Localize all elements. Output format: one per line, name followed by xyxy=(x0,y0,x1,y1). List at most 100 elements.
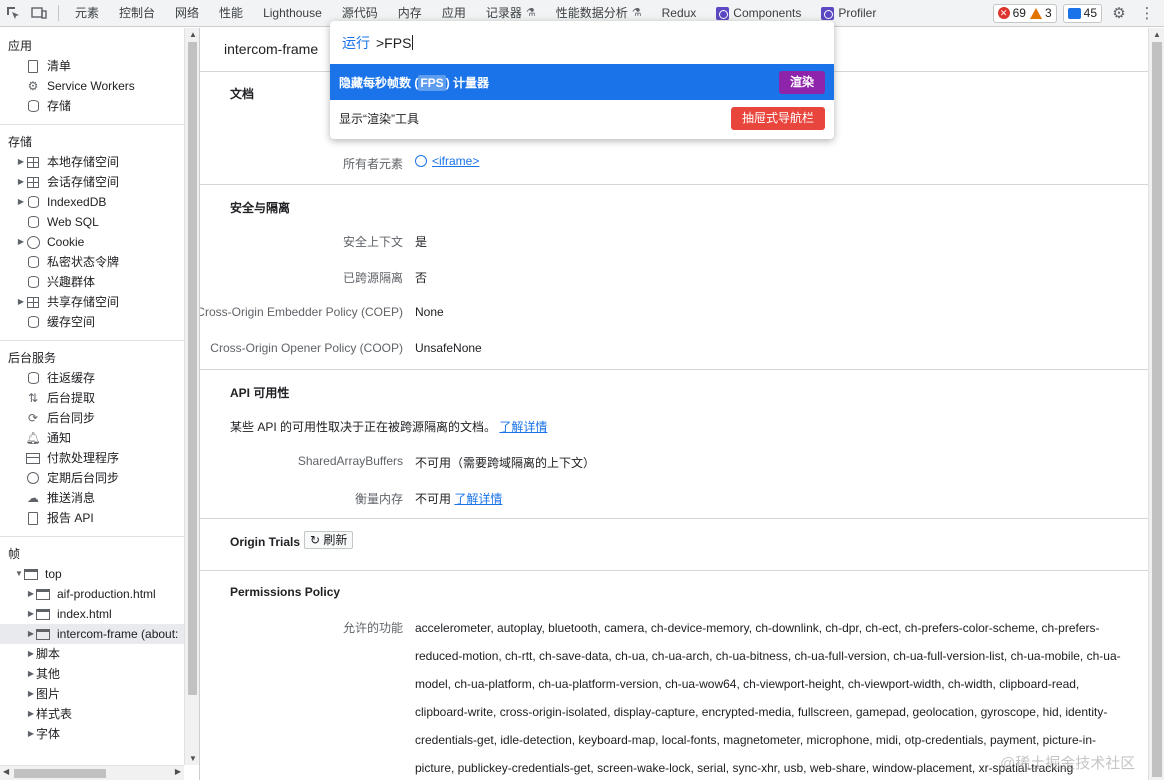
command-item-label: 显示“渲染”工具 xyxy=(339,111,419,126)
scrollbar-thumb[interactable] xyxy=(1152,42,1162,777)
sidebar-divider xyxy=(0,340,184,341)
measure-memory-value: 不可用 了解详情 xyxy=(415,490,502,507)
tab-performance[interactable]: 性能 xyxy=(209,0,253,27)
expand-arrow-icon[interactable]: ▶ xyxy=(26,624,36,644)
coep-value: None xyxy=(415,305,444,319)
command-item-show-rendering[interactable]: 显示“渲染”工具 抽屉式导航栏 xyxy=(330,100,834,136)
expand-arrow-icon[interactable]: ▶ xyxy=(26,724,36,744)
scroll-up-arrow-icon[interactable]: ▲ xyxy=(1153,30,1161,39)
sidebar-item-notifications[interactable]: 🔔︎ 通知 xyxy=(0,428,184,448)
learn-more-link[interactable]: 了解详情 xyxy=(499,420,547,434)
device-toolbar-icon[interactable] xyxy=(26,0,52,27)
command-input[interactable]: 运行 >FPS xyxy=(330,21,834,64)
message-count: 45 xyxy=(1083,6,1097,20)
sidebar-item-reporting-api[interactable]: 报告 API xyxy=(0,508,184,528)
gear-icon[interactable]: ⚙ xyxy=(1108,2,1130,24)
tab-console[interactable]: 控制台 xyxy=(109,0,165,27)
frame-icon xyxy=(24,567,38,581)
expand-arrow-icon[interactable]: ▶ xyxy=(26,604,36,624)
sidebar-item-label: top xyxy=(45,567,62,581)
expand-arrow-icon[interactable]: ▶ xyxy=(26,704,36,724)
tab-elements[interactable]: 元素 xyxy=(65,0,109,27)
issues-counter-button[interactable]: 45 xyxy=(1062,3,1102,23)
file-icon xyxy=(26,511,40,525)
inspect-element-icon[interactable] xyxy=(0,0,26,27)
expand-arrow-icon[interactable]: ▶ xyxy=(26,664,36,684)
sidebar-item-background-sync[interactable]: ⟳ 后台同步 xyxy=(0,408,184,428)
sidebar-item-interest-groups[interactable]: 兴趣群体 xyxy=(0,272,184,292)
expand-arrow-icon[interactable]: ▶ xyxy=(16,192,26,212)
sidebar-item-session-storage[interactable]: ▶ 会话存储空间 xyxy=(0,172,184,192)
section-divider xyxy=(200,570,1148,571)
sidebar-section-application: 应用 xyxy=(8,39,33,53)
sidebar-vertical-scrollbar[interactable]: ▲ ▼ xyxy=(184,28,199,765)
scrollbar-thumb[interactable] xyxy=(14,769,106,778)
label-after: ) 计量器 xyxy=(445,75,490,90)
sidebar-item-push-messaging[interactable]: ☁ 推送消息 xyxy=(0,488,184,508)
sidebar-item-other[interactable]: ▶ 其他 xyxy=(0,664,184,684)
section-title-document: 文档 xyxy=(230,87,255,101)
expand-arrow-icon[interactable]: ▶ xyxy=(16,152,26,172)
sidebar-item-label: 推送消息 xyxy=(47,491,96,505)
sidebar-item-indexeddb[interactable]: ▶ IndexedDB xyxy=(0,192,184,212)
sidebar-item-frame-aif[interactable]: ▶ aif-production.html xyxy=(0,584,184,604)
reveal-node-icon[interactable] xyxy=(415,155,427,167)
sidebar-item-cache-storage[interactable]: 缓存空间 xyxy=(0,312,184,332)
scroll-up-arrow-icon[interactable]: ▲ xyxy=(189,30,197,39)
sidebar-item-scripts[interactable]: ▶ 脚本 xyxy=(0,644,184,664)
scroll-right-arrow-icon[interactable]: ▶ xyxy=(175,767,181,776)
sidebar-item-frame-intercom[interactable]: ▶ intercom-frame (about: xyxy=(0,624,184,644)
command-item-hide-fps-meter[interactable]: 隐藏每秒帧数 (FPS) 计量器 渲染 xyxy=(330,64,834,100)
sidebar-item-web-sql[interactable]: Web SQL xyxy=(0,212,184,232)
sidebar-item-label: 缓存空间 xyxy=(47,315,96,329)
main-vertical-scrollbar[interactable]: ▲ xyxy=(1148,28,1164,780)
sidebar-item-background-fetch[interactable]: ⇅ 后台提取 xyxy=(0,388,184,408)
expand-arrow-icon[interactable]: ▶ xyxy=(16,292,26,312)
expand-arrow-icon[interactable]: ▶ xyxy=(16,172,26,192)
warning-count: 3 xyxy=(1044,6,1052,20)
sidebar-item-stylesheets[interactable]: ▶ 样式表 xyxy=(0,704,184,724)
refresh-button[interactable]: ↻ 刷新 xyxy=(304,531,354,549)
scroll-down-arrow-icon[interactable]: ▼ xyxy=(189,754,197,763)
expand-arrow-icon[interactable]: ▶ xyxy=(16,232,26,252)
console-counters-button[interactable]: ✕ 69 3 xyxy=(992,3,1057,23)
tab-lighthouse[interactable]: Lighthouse xyxy=(253,0,332,27)
sidebar-item-bfcache[interactable]: 往返缓存 xyxy=(0,368,184,388)
category-badge: 抽屉式导航栏 xyxy=(730,106,825,130)
sidebar-item-label: 往返缓存 xyxy=(47,371,96,385)
scroll-left-arrow-icon[interactable]: ◀ xyxy=(3,767,9,776)
sidebar-item-shared-storage[interactable]: ▶ 共享存储空间 xyxy=(0,292,184,312)
sidebar-item-manifest[interactable]: 清单 xyxy=(0,56,184,76)
sidebar-item-images[interactable]: ▶ 图片 xyxy=(0,684,184,704)
scrollbar-thumb[interactable] xyxy=(188,42,197,695)
sidebar-item-payment-handler[interactable]: 付款处理程序 xyxy=(0,448,184,468)
sidebar-horizontal-scrollbar[interactable]: ◀ ▶ xyxy=(0,765,184,780)
learn-more-link[interactable]: 了解详情 xyxy=(454,492,502,506)
measure-memory-label: 衡量内存 xyxy=(354,492,403,506)
tab-network[interactable]: 网络 xyxy=(165,0,209,27)
sidebar-item-service-workers[interactable]: ⚙ Service Workers xyxy=(0,76,184,96)
collapse-arrow-icon[interactable]: ▼ xyxy=(14,564,24,584)
toolbar-divider xyxy=(58,5,59,21)
sidebar-item-periodic-sync[interactable]: 定期后台同步 xyxy=(0,468,184,488)
sidebar-item-label: 私密状态令牌 xyxy=(47,255,120,269)
text-caret xyxy=(412,35,414,50)
tab-label: Profiler xyxy=(838,5,877,20)
allowed-features-label: 允许的功能 xyxy=(342,621,403,635)
iframe-link[interactable]: <iframe> xyxy=(432,154,479,168)
sidebar-item-storage[interactable]: 存储 xyxy=(0,96,184,116)
expand-arrow-icon[interactable]: ▶ xyxy=(26,584,36,604)
error-icon: ✕ xyxy=(997,7,1010,19)
sidebar-item-label: 其他 xyxy=(36,667,61,681)
database-icon xyxy=(26,195,40,209)
sidebar-item-private-state-tokens[interactable]: 私密状态令牌 xyxy=(0,252,184,272)
more-options-icon[interactable]: ⋮ xyxy=(1136,2,1158,24)
section-title-origin-trials: Origin Trials xyxy=(230,535,301,549)
sidebar-item-local-storage[interactable]: ▶ 本地存储空间 xyxy=(0,152,184,172)
sidebar-item-cookies[interactable]: ▶ Cookie xyxy=(0,232,184,252)
sidebar-item-frame-index[interactable]: ▶ index.html xyxy=(0,604,184,624)
expand-arrow-icon[interactable]: ▶ xyxy=(26,644,36,664)
sidebar-item-frame-top[interactable]: ▼ top xyxy=(0,564,184,584)
sidebar-item-fonts[interactable]: ▶ 字体 xyxy=(0,724,184,744)
expand-arrow-icon[interactable]: ▶ xyxy=(26,684,36,704)
